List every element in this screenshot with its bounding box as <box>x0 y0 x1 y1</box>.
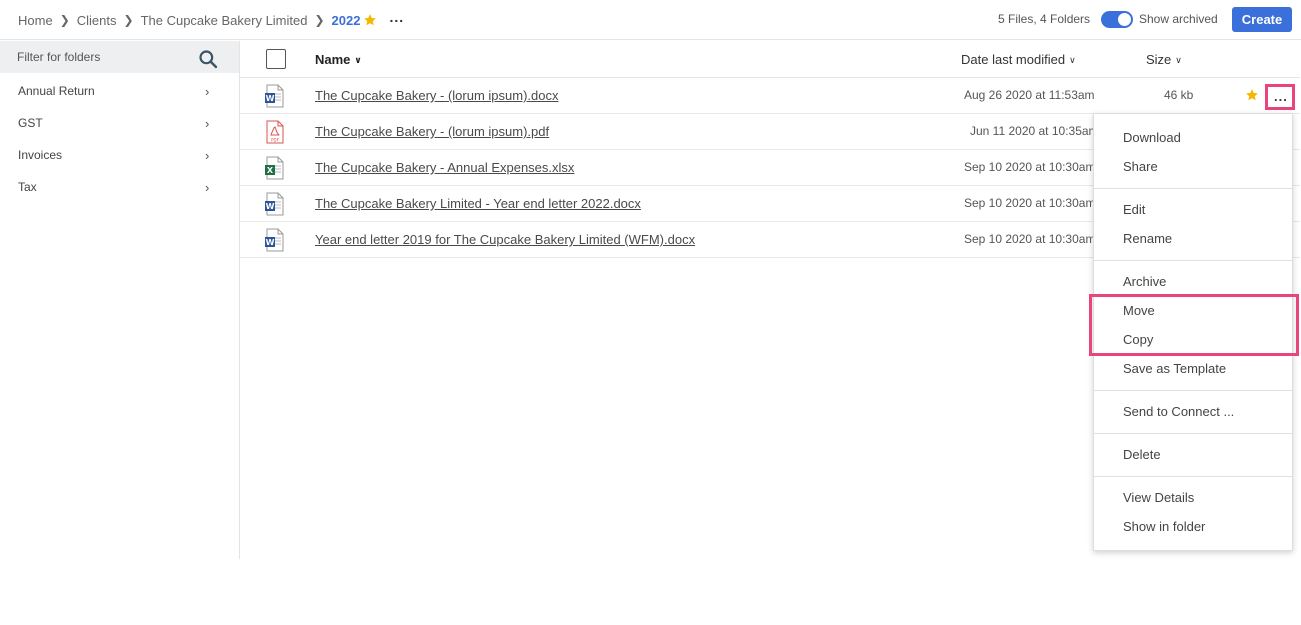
file-size: 46 kb <box>1164 88 1194 102</box>
select-all-checkbox[interactable] <box>266 49 286 69</box>
file-name-link[interactable]: The Cupcake Bakery - (lorum ipsum).pdf <box>315 124 549 139</box>
svg-text:W: W <box>266 94 275 103</box>
column-date-label: Date last modified <box>961 52 1066 67</box>
chevron-right-icon: › <box>205 116 210 131</box>
file-date: Sep 10 2020 at 10:30am <box>964 232 1096 246</box>
menu-divider <box>1094 476 1292 477</box>
folder-label: Annual Return <box>18 84 95 98</box>
breadcrumb-home[interactable]: Home <box>18 13 53 28</box>
chevron-right-icon: ❯ <box>123 13 134 27</box>
menu-item-copy[interactable]: Copy <box>1094 326 1292 355</box>
sidebar-folder-annual-return[interactable]: Annual Return › <box>0 76 239 106</box>
svg-text:W: W <box>266 202 275 211</box>
svg-text:X: X <box>267 166 274 175</box>
menu-item-share[interactable]: Share <box>1094 153 1292 182</box>
column-header-size[interactable]: Size ∨ <box>1146 52 1182 67</box>
toggle-knob <box>1118 13 1131 26</box>
chevron-down-icon: ∨ <box>354 55 362 65</box>
menu-item-edit[interactable]: Edit <box>1094 196 1292 225</box>
breadcrumb-current: 2022 <box>331 12 361 28</box>
word-file-icon: W <box>265 192 284 216</box>
sidebar: Annual Return › GST › Invoices › Tax › <box>0 41 240 559</box>
file-date: Jun 11 2020 at 10:35am <box>970 124 1099 138</box>
top-bar: Home ❯ Clients ❯ The Cupcake Bakery Limi… <box>0 0 1301 40</box>
excel-file-icon: X <box>265 156 284 180</box>
breadcrumb-client[interactable]: The Cupcake Bakery Limited <box>141 13 308 28</box>
chevron-right-icon: ❯ <box>59 13 70 27</box>
star-icon[interactable] <box>1245 88 1259 102</box>
file-count: 5 Files, 4 Folders <box>998 12 1091 26</box>
chevron-right-icon: › <box>205 180 210 195</box>
file-date: Aug 26 2020 at 11:53am <box>964 88 1095 102</box>
chevron-right-icon: › <box>205 148 210 163</box>
file-name-link[interactable]: Year end letter 2019 for The Cupcake Bak… <box>315 232 695 247</box>
menu-divider <box>1094 390 1292 391</box>
chevron-down-icon: ∨ <box>1069 55 1076 65</box>
sidebar-folder-gst[interactable]: GST › <box>0 108 239 138</box>
filter-folders-input[interactable] <box>0 41 190 73</box>
table-row[interactable]: W The Cupcake Bakery - (lorum ipsum).doc… <box>240 78 1300 114</box>
column-size-label: Size <box>1146 52 1172 67</box>
breadcrumb-clients[interactable]: Clients <box>77 13 117 28</box>
table-header: Name ∨ Date last modified ∨ Size ∨ <box>240 41 1300 78</box>
breadcrumb: Home ❯ Clients ❯ The Cupcake Bakery Limi… <box>18 9 404 28</box>
row-more-button[interactable]: ... <box>1265 84 1295 110</box>
star-icon[interactable] <box>363 13 377 27</box>
menu-item-view-details[interactable]: View Details <box>1094 484 1292 513</box>
breadcrumb-more-button[interactable]: ... <box>389 9 404 25</box>
menu-item-rename[interactable]: Rename <box>1094 225 1292 254</box>
column-header-name[interactable]: Name ∨ <box>315 52 362 67</box>
file-date: Sep 10 2020 at 10:30am <box>964 160 1096 174</box>
filter-box <box>0 41 239 73</box>
folder-label: Invoices <box>18 148 63 162</box>
column-name-label: Name <box>315 52 351 67</box>
word-file-icon: W <box>265 84 284 108</box>
menu-item-move[interactable]: Move <box>1094 297 1292 326</box>
context-menu: Download Share Edit Rename Archive Move … <box>1093 113 1293 551</box>
file-date: Sep 10 2020 at 10:30am <box>964 196 1096 210</box>
svg-text:PDF: PDF <box>271 138 279 143</box>
folder-label: GST <box>18 116 43 130</box>
menu-divider <box>1094 260 1292 261</box>
chevron-down-icon: ∨ <box>1175 55 1182 65</box>
column-header-date[interactable]: Date last modified ∨ <box>961 52 1076 67</box>
chevron-right-icon: ❯ <box>314 13 325 27</box>
sidebar-folder-tax[interactable]: Tax › <box>0 172 239 202</box>
folder-label: Tax <box>18 180 37 194</box>
word-file-icon: W <box>265 228 284 252</box>
more-icon: ... <box>1274 89 1288 104</box>
create-button[interactable]: Create <box>1232 7 1292 32</box>
sidebar-folder-invoices[interactable]: Invoices › <box>0 140 239 170</box>
menu-item-delete[interactable]: Delete <box>1094 441 1292 470</box>
chevron-right-icon: › <box>205 84 210 99</box>
file-name-link[interactable]: The Cupcake Bakery - Annual Expenses.xls… <box>315 160 574 175</box>
show-archived-toggle[interactable] <box>1101 11 1133 28</box>
show-archived-label: Show archived <box>1139 12 1218 26</box>
menu-item-download[interactable]: Download <box>1094 124 1292 153</box>
menu-item-archive[interactable]: Archive <box>1094 268 1292 297</box>
menu-item-send-to-connect[interactable]: Send to Connect ... <box>1094 398 1292 427</box>
file-name-link[interactable]: The Cupcake Bakery - (lorum ipsum).docx <box>315 88 558 103</box>
menu-divider <box>1094 433 1292 434</box>
menu-item-show-in-folder[interactable]: Show in folder <box>1094 513 1292 542</box>
search-icon[interactable] <box>198 49 218 69</box>
pdf-file-icon: PDF <box>266 120 284 144</box>
file-name-link[interactable]: The Cupcake Bakery Limited - Year end le… <box>315 196 641 211</box>
menu-divider <box>1094 188 1292 189</box>
svg-text:W: W <box>266 238 275 247</box>
menu-item-save-as-template[interactable]: Save as Template <box>1094 355 1292 384</box>
